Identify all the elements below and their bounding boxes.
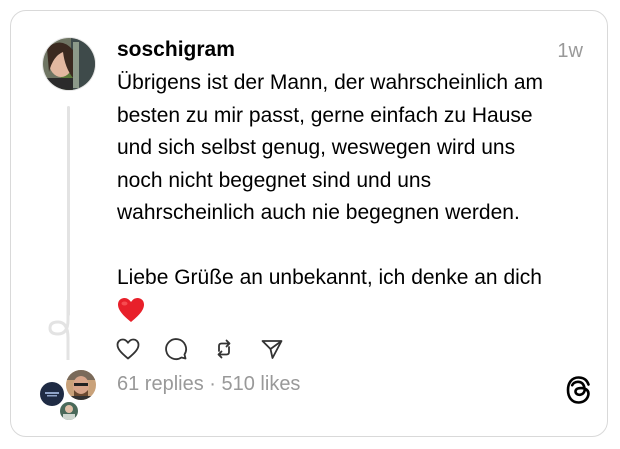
action-bar xyxy=(115,335,285,363)
repost-icon[interactable] xyxy=(211,336,237,362)
stats-separator: · xyxy=(203,373,222,395)
thread-line xyxy=(67,106,70,316)
heart-icon[interactable] xyxy=(115,336,141,362)
comment-icon[interactable] xyxy=(163,336,189,362)
post-line: wahrscheinlich auch nie begegnen werden. xyxy=(117,201,520,224)
post-line: noch nicht begegnet sind und uns xyxy=(117,168,432,192)
user-avatar[interactable] xyxy=(42,37,96,91)
post-line: Übrigens ist der Mann, der wahrscheinlic… xyxy=(117,71,544,94)
threads-logo-icon[interactable] xyxy=(565,375,593,405)
post-line: und sich selbst genug, weswegen wird uns xyxy=(117,136,516,159)
reply-avatar xyxy=(58,400,80,422)
red-heart-emoji-icon xyxy=(118,297,144,322)
share-icon[interactable] xyxy=(259,336,285,362)
post-line: besten zu mir passt, gerne einfach zu Ha… xyxy=(117,103,533,127)
replies-count[interactable]: 61 replies xyxy=(117,373,204,395)
post-stats: 61 replies · 510 likes xyxy=(117,373,300,396)
reply-avatars[interactable] xyxy=(36,368,100,424)
likes-count[interactable]: 510 likes xyxy=(222,373,301,395)
thread-connector-curl xyxy=(48,300,70,360)
username[interactable]: soschigram xyxy=(117,38,235,62)
post-body: Übrigens ist der Mann, der wahrscheinlic… xyxy=(117,67,587,323)
reply-avatar xyxy=(64,368,98,402)
post-timestamp: 1w xyxy=(557,40,583,62)
post-closing-line: Liebe Grüße an unbekannt, ich denke an d… xyxy=(117,266,542,289)
